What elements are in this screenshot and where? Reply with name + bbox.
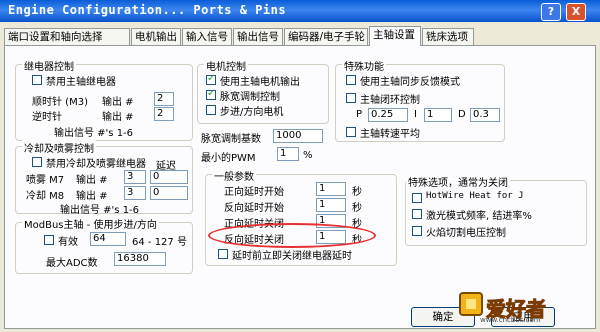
pid-i-label: I — [414, 109, 417, 120]
modbus-enabled-label: 有效 — [58, 237, 78, 248]
relay-delay-checkbox[interactable] — [218, 249, 228, 259]
relay-delay-label: 延时前立即关闭继电器延时 — [232, 251, 352, 262]
tab-output-signals[interactable]: 输出信号 — [233, 28, 283, 45]
pid-d-label: D — [458, 109, 466, 120]
special-options-title: 特殊选项，通常为关闭 — [406, 174, 510, 189]
special-functions-group: 特殊功能 使用主轴同步反馈模式 主轴闭环控制 P 0.25 I 1 D 0.3 … — [335, 58, 505, 142]
closed-loop-checkbox[interactable] — [346, 93, 356, 103]
rev-delay-on-unit: 秒 — [352, 203, 362, 214]
step-dir-motor-label: 步进/方向电机 — [220, 107, 284, 118]
title-bar: Engine Configuration... Ports & Pins ? X — [0, 0, 600, 22]
tab-encoder-mpg[interactable]: 编码器/电子手轮 — [284, 28, 368, 45]
coolant-signals-label: 输出信号 #'s 1-6 — [60, 205, 140, 216]
laser-mode-label: 激光模式频率, 结进率% — [426, 211, 532, 222]
pwm-base-label: 脉宽调制基数 — [201, 134, 261, 145]
tab-ports-axis[interactable]: 端口设置和轴向选择 — [4, 28, 130, 45]
mist-output-label: 输出 # — [76, 175, 108, 186]
disable-coolant-relay-checkbox[interactable] — [32, 157, 42, 167]
modbus-title: ModBus主轴 - 使用步进/方向 — [22, 216, 159, 231]
general-params-title: 一般参数 — [212, 168, 256, 183]
tab-spindle-setup[interactable]: 主轴设置 — [369, 26, 421, 46]
relay-signals-label: 输出信号 #'s 1-6 — [54, 128, 134, 139]
modbus-address-input[interactable]: 64 — [90, 232, 126, 246]
tab-motor-outputs[interactable]: 电机输出 — [131, 28, 181, 45]
highlight-oval — [208, 223, 376, 248]
flood-output-label: 输出 # — [76, 191, 108, 202]
cw-output-label: 输出 # — [102, 97, 134, 108]
spindle-sync-checkbox[interactable] — [346, 75, 356, 85]
watermark-url: www.cncbbs.com — [480, 316, 541, 324]
check-mark-icon: ✓ — [207, 88, 216, 99]
use-spindle-motor-label: 使用主轴电机输出 — [220, 77, 300, 88]
torch-height-checkbox[interactable] — [412, 226, 422, 236]
watermark-logo: 爱好者 www.cncbbs.com — [458, 287, 578, 327]
min-pwm-label: 最小的PWM — [201, 153, 256, 164]
check-mark-icon: ✓ — [207, 73, 216, 84]
laser-mode-checkbox[interactable] — [412, 209, 422, 219]
help-button[interactable]: ? — [541, 3, 561, 21]
modbus-enabled-checkbox[interactable] — [44, 235, 54, 245]
pid-p-input[interactable]: 0.25 — [368, 108, 408, 122]
pwm-control-checkbox[interactable]: ✓ — [206, 88, 216, 100]
hotwire-label: HotWire Heat for J — [426, 191, 524, 201]
min-pwm-unit: % — [303, 150, 313, 161]
torch-height-label: 火焰切割电压控制 — [426, 228, 506, 239]
speed-average-label: 主轴转速平均 — [360, 129, 420, 140]
modbus-range-label: 64 - 127 号 — [132, 237, 187, 248]
tab-input-signals[interactable]: 输入信号 — [182, 28, 232, 45]
max-adc-label: 最大ADC数 — [46, 258, 98, 269]
mist-label: 喷雾 M7 — [26, 175, 65, 186]
hotwire-checkbox[interactable] — [412, 193, 422, 203]
fwd-delay-on-input[interactable]: 1 — [316, 182, 346, 196]
fwd-delay-on-unit: 秒 — [352, 187, 362, 198]
motor-control-title: 电机控制 — [204, 58, 248, 73]
pid-d-input[interactable]: 0.3 — [470, 108, 500, 122]
speed-average-checkbox[interactable] — [346, 127, 356, 137]
min-pwm-input[interactable]: 1 — [277, 147, 299, 161]
relay-control-group: 继电器控制 禁用主轴继电器 顺时针 (M3) 输出 # 2 逆时针 输出 # 2… — [15, 58, 193, 141]
coolant-control-title: 冷却及喷雾控制 — [22, 140, 96, 155]
step-dir-motor-checkbox[interactable] — [206, 105, 216, 115]
fwd-delay-on-label: 正向延时开始 — [224, 187, 284, 198]
window-title: Engine Configuration... Ports & Pins — [8, 3, 287, 17]
max-adc-input[interactable]: 16380 — [114, 252, 166, 266]
mist-output-input[interactable]: 3 — [124, 170, 146, 184]
ccw-output-label: 输出 # — [102, 112, 134, 123]
cw-output-input[interactable]: 2 — [154, 92, 174, 106]
special-options-group: 特殊选项，通常为关闭 HotWire Heat for J 激光模式频率, 结进… — [405, 174, 587, 246]
disable-spindle-relay-checkbox[interactable] — [32, 75, 42, 85]
motor-control-group: 电机控制 ✓ 使用主轴电机输出 ✓ 脉宽调制控制 步进/方向电机 — [197, 58, 329, 124]
spindle-sync-label: 使用主轴同步反馈模式 — [360, 77, 460, 88]
coolant-control-group: 冷却及喷雾控制 禁用冷却及喷雾继电器 延迟 喷雾 M7 输出 # 3 0 冷却 … — [15, 140, 193, 216]
rev-delay-on-label: 反向延时开始 — [224, 203, 284, 214]
close-button[interactable]: X — [566, 3, 586, 21]
relay-control-title: 继电器控制 — [22, 58, 76, 73]
cw-label: 顺时针 (M3) — [32, 97, 88, 108]
rev-delay-on-input[interactable]: 1 — [316, 198, 346, 212]
flood-output-input[interactable]: 3 — [124, 186, 146, 200]
tab-mill-options[interactable]: 铣床选项 — [422, 28, 474, 45]
config-window: Engine Configuration... Ports & Pins ? X… — [0, 0, 600, 332]
pid-i-input[interactable]: 1 — [424, 108, 452, 122]
disable-coolant-relay-label: 禁用冷却及喷雾继电器 — [46, 159, 146, 170]
pwm-control-label: 脉宽调制控制 — [220, 92, 280, 103]
general-params-group: 一般参数 正向延时开始 1 秒 反向延时开始 1 秒 正向延时关闭 1 秒 反向… — [205, 168, 397, 266]
mist-delay-input[interactable]: 0 — [150, 170, 188, 184]
special-functions-title: 特殊功能 — [342, 58, 386, 73]
ccw-label: 逆时针 — [32, 112, 62, 123]
flood-label: 冷却 M8 — [26, 191, 65, 202]
ccw-output-input[interactable]: 2 — [154, 107, 174, 121]
use-spindle-motor-checkbox[interactable]: ✓ — [206, 73, 216, 85]
pwm-base-input[interactable]: 1000 — [273, 129, 323, 143]
closed-loop-label: 主轴闭环控制 — [360, 95, 420, 106]
modbus-group: ModBus主轴 - 使用步进/方向 有效 64 64 - 127 号 最大AD… — [15, 216, 193, 274]
flood-delay-input[interactable]: 0 — [150, 186, 188, 200]
pid-p-label: P — [356, 109, 363, 120]
disable-spindle-relay-label: 禁用主轴继电器 — [46, 77, 116, 88]
